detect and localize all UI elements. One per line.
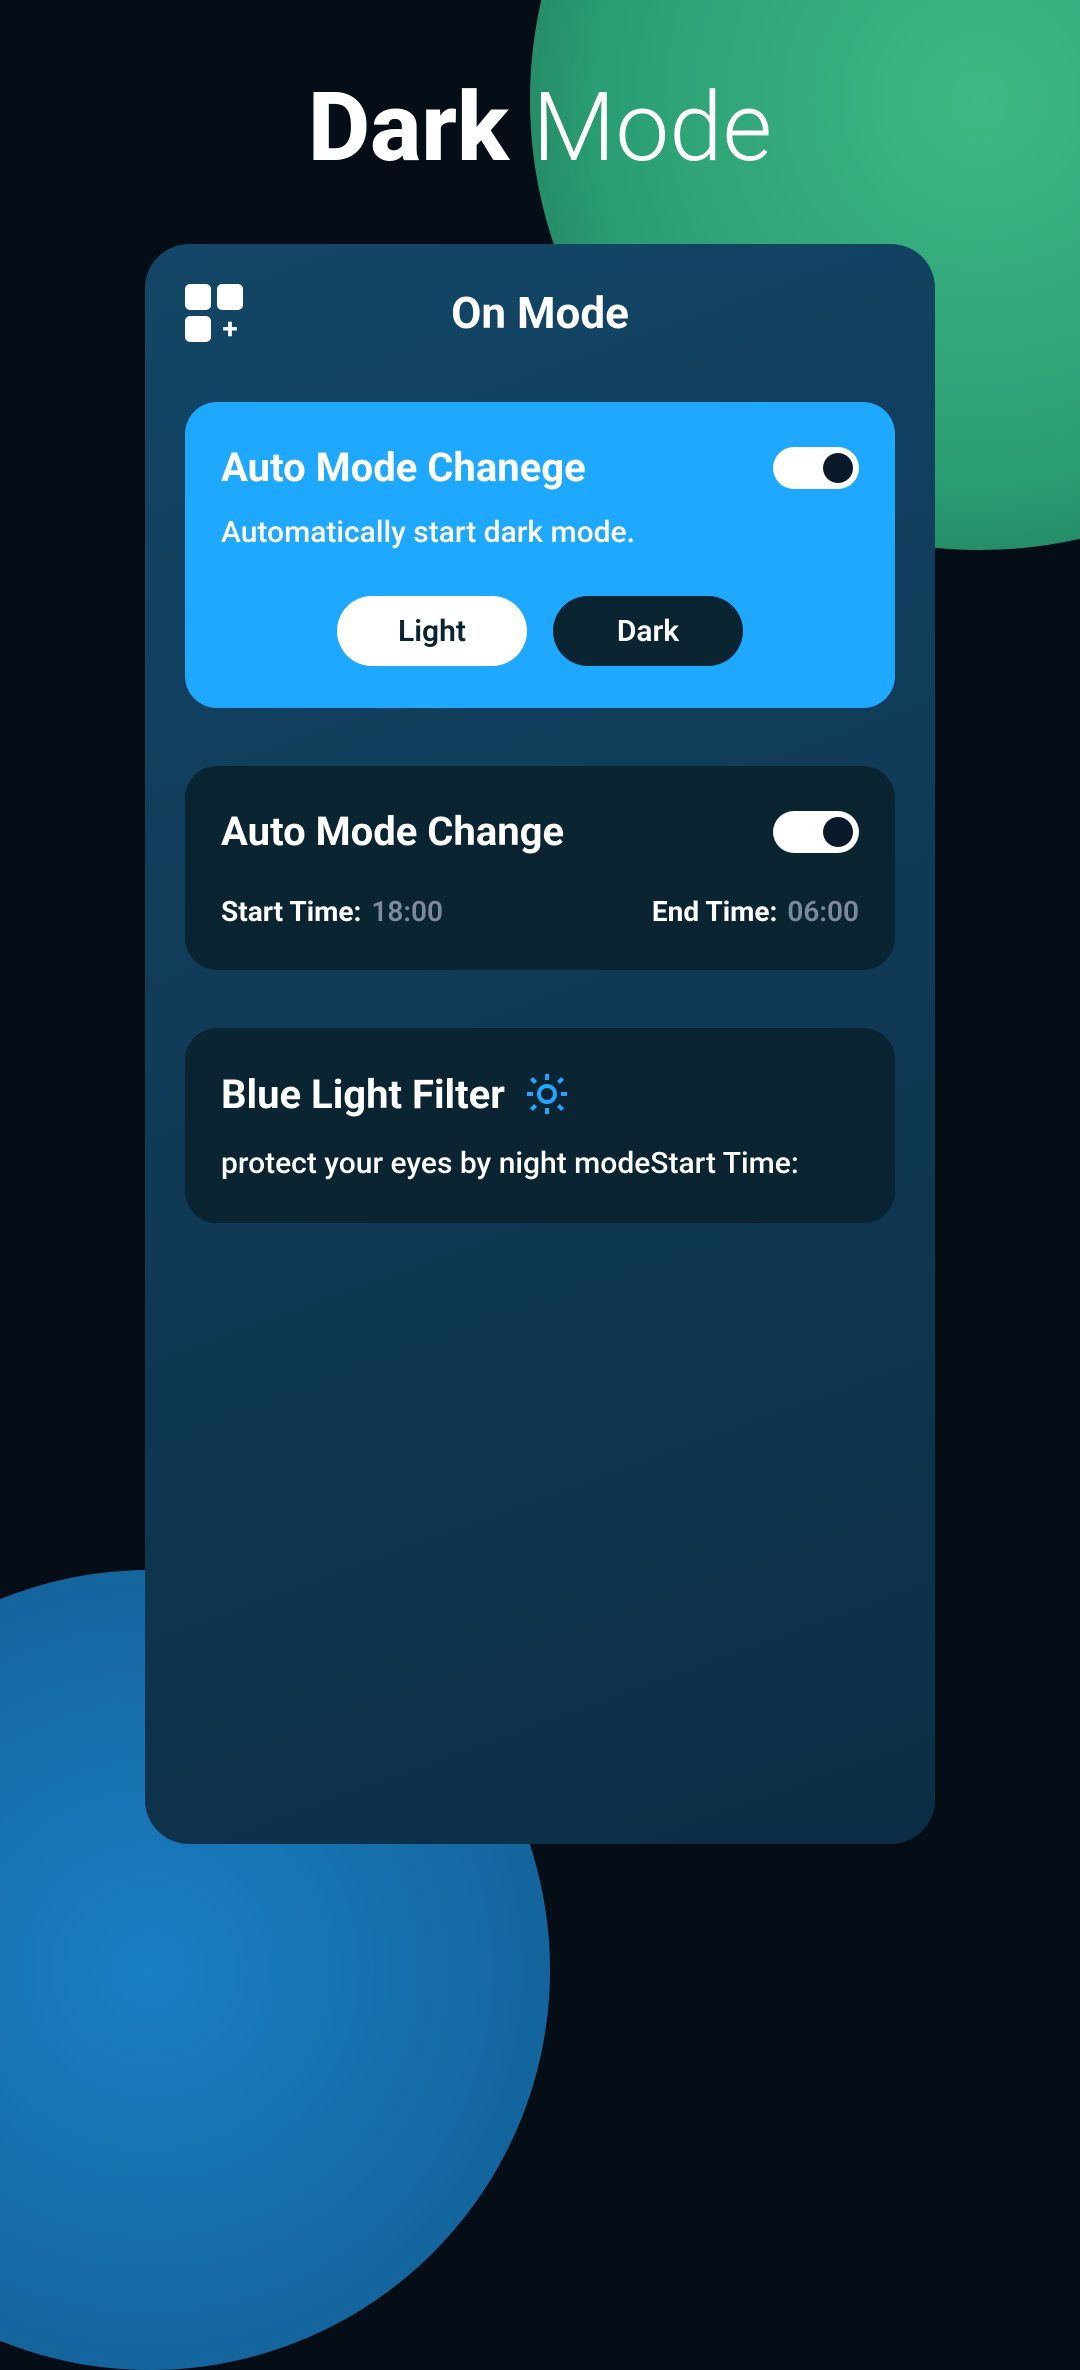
auto-mode-header: Auto Mode Chanege <box>221 444 859 491</box>
end-time-group[interactable]: End Time: 06:00 <box>652 895 859 928</box>
schedule-section: Auto Mode Change Start Time: 18:00 End T… <box>185 766 895 970</box>
main-card: + On Mode Auto Mode Chanege Automaticall… <box>145 244 935 1844</box>
schedule-toggle[interactable] <box>773 811 859 853</box>
card-header: + On Mode <box>185 284 895 402</box>
light-button[interactable]: Light <box>337 596 527 666</box>
page-title-light: Mode <box>532 72 772 184</box>
time-row: Start Time: 18:00 End Time: 06:00 <box>221 895 859 928</box>
schedule-title: Auto Mode Change <box>221 808 564 855</box>
sun-icon <box>523 1070 571 1118</box>
end-time-label: End Time: <box>652 895 777 928</box>
start-time-group[interactable]: Start Time: 18:00 <box>221 895 443 928</box>
auto-mode-section: Auto Mode Chanege Automatically start da… <box>185 402 895 708</box>
auto-mode-description: Automatically start dark mode. <box>221 515 859 550</box>
blue-light-title: Blue Light Filter <box>221 1071 505 1118</box>
dark-button[interactable]: Dark <box>553 596 743 666</box>
blue-light-header: Blue Light Filter <box>221 1070 859 1118</box>
theme-button-row: Light Dark <box>221 596 859 666</box>
page-title-bold: Dark <box>308 72 509 184</box>
start-time-label: Start Time: <box>221 895 361 928</box>
blue-light-section: Blue Light Filter protect your eyes by n… <box>185 1028 895 1223</box>
schedule-header: Auto Mode Change <box>221 808 859 855</box>
page-title: Dark Mode <box>0 0 1080 244</box>
auto-mode-toggle[interactable] <box>773 447 859 489</box>
end-time-value: 06:00 <box>787 895 859 928</box>
card-title: On Mode <box>185 287 895 339</box>
start-time-value: 18:00 <box>371 895 443 928</box>
auto-mode-title: Auto Mode Chanege <box>221 444 586 491</box>
blue-light-description: protect your eyes by night modeStart Tim… <box>221 1146 859 1181</box>
